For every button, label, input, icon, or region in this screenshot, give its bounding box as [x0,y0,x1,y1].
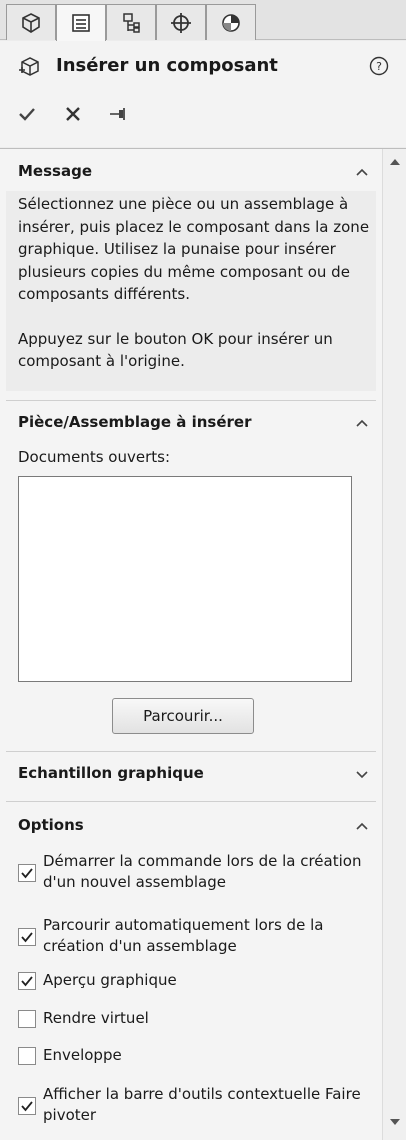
option-label: Afficher la barre d'outils contextuelle … [43,1085,361,1124]
checkmark-icon [21,868,33,879]
option-label: Démarrer la commande lors de la création… [43,852,362,891]
part-assembly-group-title[interactable]: Pièce/Assemblage à insérer [18,413,252,431]
envelope-checkbox[interactable] [18,1047,36,1065]
options-group-title[interactable]: Options [18,816,84,834]
tab-property-manager[interactable] [56,4,106,41]
checkmark-icon [21,932,33,943]
ok-button[interactable] [16,103,38,125]
vertical-scrollbar[interactable] [382,149,406,1140]
scroll-down-icon[interactable] [389,1117,401,1127]
option-start-command[interactable]: Démarrer la commande lors de la création… [18,851,378,897]
svg-text:?: ? [376,60,382,73]
tab-display-manager[interactable] [206,4,256,40]
message-group-title[interactable]: Message [18,162,92,180]
tab-dimxpert-manager[interactable] [156,4,206,40]
thumbnail-group-title[interactable]: Echantillon graphique [18,764,204,782]
chevron-down-icon[interactable] [355,769,369,779]
browse-button[interactable]: Parcourir... [112,698,254,734]
open-documents-list[interactable] [18,476,352,682]
chevron-up-icon[interactable] [355,167,369,177]
tab-feature-manager[interactable] [6,4,56,40]
message-paragraph-1: Sélectionnez une pièce ou un assemblage … [18,195,370,303]
start-command-checkbox[interactable] [18,864,36,882]
dimxpert-manager-icon [171,12,191,33]
message-paragraph-2: Appuyez sur le bouton OK pour insérer un… [18,329,333,371]
option-label: Parcourir automatiquement lors de la cré… [43,916,324,955]
auto-browse-checkbox[interactable] [18,928,36,946]
cancel-button[interactable] [62,103,84,125]
page-title: Insérer un composant [56,55,278,76]
option-envelope[interactable]: Enveloppe [18,1045,378,1069]
pushpin-icon [110,108,125,120]
graphics-preview-checkbox[interactable] [18,972,36,990]
tab-configuration-manager[interactable] [106,4,156,40]
feature-manager-icon [22,12,40,33]
rotate-toolbar-checkbox[interactable] [18,1097,36,1115]
chevron-up-icon[interactable] [355,821,369,831]
option-graphics-preview[interactable]: Aperçu graphique [18,970,378,994]
keep-visible-button[interactable] [107,103,129,125]
option-label: Aperçu graphique [43,971,177,989]
option-label: Rendre virtuel [43,1009,149,1027]
display-manager-icon [222,13,240,32]
option-auto-browse[interactable]: Parcourir automatiquement lors de la cré… [18,915,378,961]
insert-component-icon [19,57,39,76]
close-icon [66,107,80,121]
option-label: Enveloppe [43,1046,122,1064]
make-virtual-checkbox[interactable] [18,1010,36,1028]
checkmark-icon [21,976,33,987]
scroll-up-icon[interactable] [389,157,401,167]
open-documents-label: Documents ouverts: [18,448,170,466]
option-make-virtual[interactable]: Rendre virtuel [18,1008,378,1032]
property-manager-icon [72,14,90,32]
option-rotate-toolbar[interactable]: Afficher la barre d'outils contextuelle … [18,1084,378,1130]
help-icon[interactable]: ? [368,55,390,77]
chevron-up-icon[interactable] [355,418,369,428]
configuration-manager-icon [123,12,140,33]
manager-tab-bar [0,0,406,41]
checkmark-icon [21,1101,33,1112]
message-text: Sélectionnez une pièce ou un assemblage … [18,193,374,373]
checkmark-icon [19,108,35,121]
